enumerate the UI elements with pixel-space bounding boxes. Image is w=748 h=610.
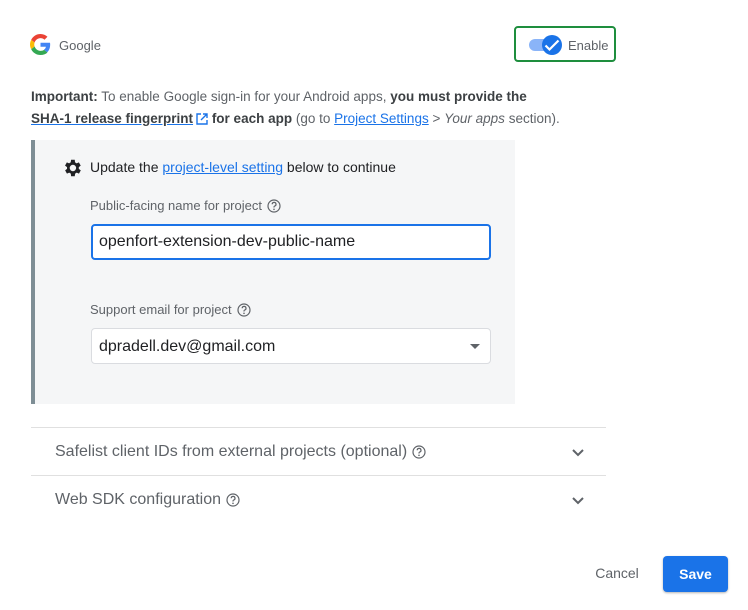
enable-toggle[interactable]: Enable xyxy=(514,26,616,62)
gear-icon xyxy=(65,159,81,177)
provider-name: Google xyxy=(59,38,101,53)
android-notice: Important: To enable Google sign-in for … xyxy=(31,86,591,130)
support-email-value: dpradell.dev@gmail.com xyxy=(99,338,276,355)
support-email-label: Support email for project xyxy=(90,302,251,317)
project-settings-panel: Update the project-level setting below t… xyxy=(31,140,515,404)
accordion-safelist-client-ids[interactable]: Safelist client IDs from external projec… xyxy=(31,428,606,475)
save-button[interactable]: Save xyxy=(663,556,728,592)
notice-text: (go to xyxy=(295,111,331,126)
sha1-fingerprint-link[interactable]: SHA-1 release fingerprint xyxy=(31,111,193,126)
accordion-web-sdk-configuration[interactable]: Web SDK configuration xyxy=(31,476,606,523)
cancel-button[interactable]: Cancel xyxy=(584,558,650,588)
notice-text: section). xyxy=(508,111,560,126)
accordion-label: Safelist client IDs from external projec… xyxy=(55,443,426,461)
notice-text: for each app xyxy=(211,111,293,126)
dropdown-arrow-icon[interactable] xyxy=(470,344,480,349)
enable-label: Enable xyxy=(568,38,609,53)
chevron-down-icon[interactable] xyxy=(571,445,585,459)
project-settings-link[interactable]: Project Settings xyxy=(334,111,429,126)
google-logo-icon xyxy=(30,34,51,55)
accordion-label: Web SDK configuration xyxy=(55,491,240,509)
project-level-setting-link[interactable]: project-level setting xyxy=(162,159,283,175)
help-icon[interactable] xyxy=(237,303,251,317)
notice-emphasis: you must provide the xyxy=(390,89,527,104)
notice-text: > xyxy=(432,111,441,126)
your-apps-text: Your apps xyxy=(444,111,505,126)
help-icon[interactable] xyxy=(267,199,281,213)
public-name-input[interactable] xyxy=(91,224,491,260)
help-icon[interactable] xyxy=(412,445,426,459)
help-icon[interactable] xyxy=(226,493,240,507)
toggle-knob-check-icon[interactable] xyxy=(542,35,562,55)
external-link-icon[interactable] xyxy=(196,113,208,125)
important-label: Important: xyxy=(31,89,98,104)
notice-text: To enable Google sign-in for your Androi… xyxy=(101,89,387,104)
panel-title: Update the project-level setting below t… xyxy=(90,159,396,175)
chevron-down-icon[interactable] xyxy=(571,493,585,507)
public-name-label: Public-facing name for project xyxy=(90,198,281,213)
support-email-select[interactable]: dpradell.dev@gmail.com xyxy=(91,328,491,364)
